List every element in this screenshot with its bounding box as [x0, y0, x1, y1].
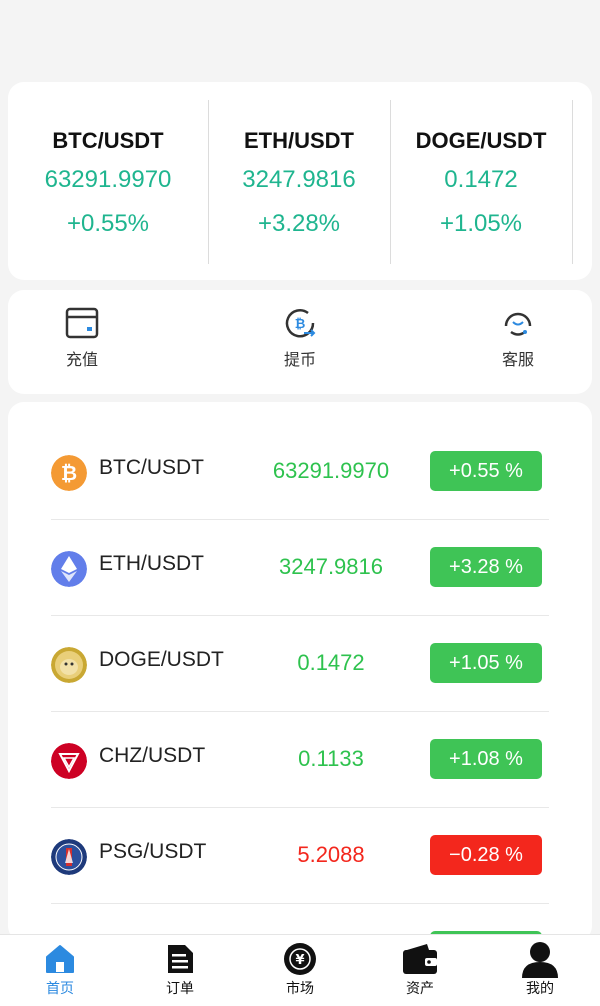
orders-document-icon [168, 945, 193, 973]
tab-market[interactable]: ¥ 市场 [240, 935, 360, 1006]
market-price: 0.1472 [297, 650, 365, 675]
market-pair: DOGE/USDT [99, 648, 224, 671]
svg-text:₿: ₿ [61, 461, 77, 485]
market-row-btc[interactable]: ₿ BTC/USDT 63291.9970 +0.55 % [51, 424, 549, 520]
deposit-label: 充值 [65, 350, 98, 369]
change-badge[interactable]: +1.08 % [430, 739, 542, 779]
svg-text:₿: ₿ [295, 317, 306, 332]
market-pair: BTC/USDT [99, 456, 204, 479]
ticker-doge[interactable]: DOGE/USDT 0.1472 +1.05% [390, 82, 572, 280]
withdraw-button[interactable]: ₿ 提币 [260, 306, 340, 370]
ticker-change: +0.55% [66, 210, 150, 237]
change-badge[interactable]: −0.28 % [430, 835, 542, 875]
change-badge[interactable]: +1.05 % [430, 643, 542, 683]
bitcoin-icon: ₿ [51, 455, 87, 491]
home-icon [46, 945, 74, 973]
ticker-pair: BTC/USDT [52, 128, 164, 153]
tab-home[interactable]: 首页 [0, 935, 120, 1006]
deposit-button[interactable]: 充值 [42, 306, 122, 370]
ticker-pair: DOGE/USDT [415, 128, 547, 153]
assets-wallet-icon [403, 944, 437, 974]
ticker-btc[interactable]: BTC/USDT 63291.9970 +0.55% [8, 82, 208, 280]
market-pair: PSG/USDT [99, 840, 207, 863]
market-pair: CHZ/USDT [99, 744, 206, 767]
tab-orders-label: 订单 [166, 981, 194, 997]
market-list: ₿ BTC/USDT 63291.9970 +0.55 % ETH/USDT 3… [8, 402, 592, 942]
withdraw-label: 提币 [283, 350, 316, 369]
headset-icon [504, 312, 532, 336]
ticker-pair: ETH/USDT [244, 128, 354, 153]
customer-service-label: 客服 [501, 350, 534, 369]
dogecoin-icon [51, 647, 87, 683]
tab-mine[interactable]: 我的 [480, 935, 600, 1006]
ethereum-icon [51, 551, 87, 587]
divider [572, 100, 573, 264]
tab-assets-label: 资产 [406, 981, 434, 997]
customer-service-button[interactable]: 客服 [478, 306, 558, 370]
svg-text:¥: ¥ [295, 953, 304, 968]
market-row-eth[interactable]: ETH/USDT 3247.9816 +3.28 % [51, 520, 549, 616]
market-price: 0.1133 [298, 746, 364, 771]
tab-home-label: 首页 [46, 981, 74, 997]
quick-actions: 充值 ₿ 提币 客服 [8, 290, 592, 394]
wallet-icon [65, 307, 99, 339]
market-row-doge[interactable]: DOGE/USDT 0.1472 +1.05 % [51, 616, 549, 712]
market-row-chz[interactable]: CHZ/USDT 0.1133 +1.08 % [51, 712, 549, 808]
tab-orders[interactable]: 订单 [120, 935, 240, 1006]
market-price: 63291.9970 [272, 458, 390, 483]
market-pair: ETH/USDT [99, 552, 204, 575]
ticker-price: 63291.9970 [44, 166, 172, 193]
market-yen-coin-icon: ¥ [284, 943, 316, 975]
user-profile-icon [522, 942, 558, 978]
change-badge[interactable]: +0.55 % [430, 451, 542, 491]
ticker-price: 0.1472 [444, 166, 518, 193]
ticker-eth[interactable]: ETH/USDT 3247.9816 +3.28% [208, 82, 390, 280]
tab-assets[interactable]: 资产 [360, 935, 480, 1006]
bottom-tab-bar: 首页 订单 ¥ 市场 资产 我的 [0, 934, 600, 1006]
chiliz-icon [51, 743, 87, 779]
ticker-card: BTC/USDT 63291.9970 +0.55% ETH/USDT 3247… [8, 82, 592, 280]
ticker-change: +3.28% [257, 210, 341, 237]
tab-mine-label: 我的 [526, 981, 554, 997]
market-row-psg[interactable]: PSG/USDT 5.2088 −0.28 % [51, 808, 549, 904]
tab-market-label: 市场 [286, 981, 314, 997]
market-price: 3247.9816 [279, 554, 383, 579]
change-badge[interactable]: +3.28 % [430, 547, 542, 587]
ticker-change: +1.05% [439, 210, 523, 237]
psg-icon [51, 839, 87, 875]
withdraw-coin-icon: ₿ [285, 309, 316, 338]
ticker-price: 3247.9816 [242, 166, 356, 193]
market-price: 5.2088 [297, 842, 365, 867]
